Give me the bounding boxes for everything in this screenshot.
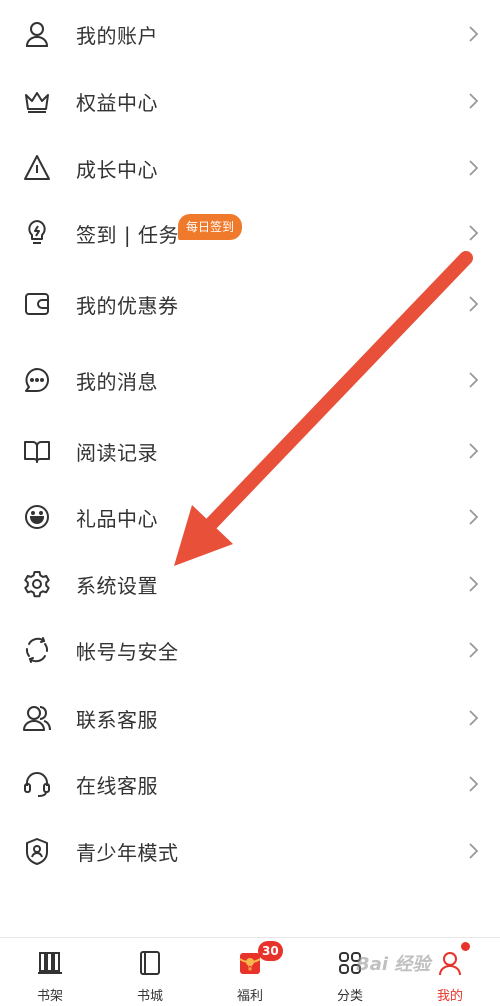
chevron-right-icon [466, 708, 480, 728]
menu-item-label: 在线客服 [76, 773, 158, 798]
open-book-icon [22, 436, 52, 466]
menu-item-checkin[interactable]: 签到 | 任务 每日签到 [0, 203, 500, 263]
tab-label: 我的 [436, 989, 463, 1004]
chevron-right-icon [466, 91, 480, 111]
user-icon [22, 19, 52, 49]
menu-item-label: 我的账户 [76, 23, 158, 48]
chevron-right-icon [466, 574, 480, 594]
menu-item-label: 签到 | 任务 [76, 222, 179, 247]
menu-item-growth[interactable]: 成长中心 [0, 138, 500, 198]
gear-icon [22, 569, 52, 599]
chevron-right-icon [466, 640, 480, 660]
profile-icon [437, 950, 463, 976]
tab-welfare[interactable]: ¥ 30 福利 [200, 938, 300, 1006]
headset-icon [22, 769, 52, 799]
menu-item-system-settings[interactable]: 系统设置 [0, 554, 500, 614]
crown-icon [22, 86, 52, 116]
welfare-count-badge: 30 [258, 941, 283, 961]
menu-item-youth-mode[interactable]: 青少年模式 [0, 821, 500, 881]
menu-item-coupons[interactable]: 我的优惠券 [0, 274, 500, 334]
chevron-right-icon [466, 841, 480, 861]
tab-bookshelf[interactable]: 书架 [0, 938, 100, 1006]
menu-item-label: 阅读记录 [76, 440, 158, 465]
shield-user-icon [22, 836, 52, 866]
tab-bookstore[interactable]: 书城 [100, 938, 200, 1006]
chat-bubble-icon [22, 365, 52, 395]
notification-dot [461, 942, 470, 951]
menu-item-contact-support[interactable]: 联系客服 [0, 688, 500, 748]
tab-label: 福利 [236, 989, 263, 1004]
daily-checkin-badge: 每日签到 [178, 214, 243, 240]
menu-item-label: 系统设置 [76, 573, 158, 598]
chevron-right-icon [466, 24, 480, 44]
menu-item-gifts[interactable]: 礼品中心 [0, 487, 500, 547]
menu-item-label: 我的优惠券 [76, 293, 179, 318]
wallet-icon [22, 289, 52, 319]
chevron-right-icon [466, 507, 480, 527]
menu-item-account-security[interactable]: 帐号与安全 [0, 620, 500, 680]
chevron-right-icon [466, 441, 480, 461]
menu-item-label: 青少年模式 [76, 840, 179, 865]
tab-label: 分类 [336, 989, 363, 1004]
menu-item-messages[interactable]: 我的消息 [0, 350, 500, 410]
menu-item-online-support[interactable]: 在线客服 [0, 754, 500, 814]
tab-label: 书架 [36, 989, 63, 1004]
chevron-right-icon [466, 294, 480, 314]
book-icon [137, 950, 163, 976]
menu-item-label: 成长中心 [76, 157, 158, 182]
svg-text:¥: ¥ [248, 965, 253, 973]
menu-item-label: 我的消息 [76, 369, 158, 394]
menu-item-label: 权益中心 [76, 90, 158, 115]
warning-triangle-icon [22, 153, 52, 183]
smiley-icon [22, 502, 52, 532]
menu-item-label: 礼品中心 [76, 506, 158, 531]
refresh-icon [22, 635, 52, 665]
lightbulb-icon [22, 218, 52, 248]
chevron-right-icon [466, 370, 480, 390]
menu-item-label: 联系客服 [76, 707, 158, 732]
menu-item-reading-history[interactable]: 阅读记录 [0, 421, 500, 481]
chevron-right-icon [466, 158, 480, 178]
menu-item-account[interactable]: 我的账户 [0, 4, 500, 64]
menu-item-rights[interactable]: 权益中心 [0, 71, 500, 131]
bookshelf-icon [37, 950, 63, 976]
contacts-icon [22, 703, 52, 733]
menu-item-label: 帐号与安全 [76, 639, 179, 664]
tab-label: 书城 [136, 989, 163, 1004]
watermark: Bai 经验 [356, 954, 431, 975]
chevron-right-icon [466, 223, 480, 243]
chevron-right-icon [466, 774, 480, 794]
